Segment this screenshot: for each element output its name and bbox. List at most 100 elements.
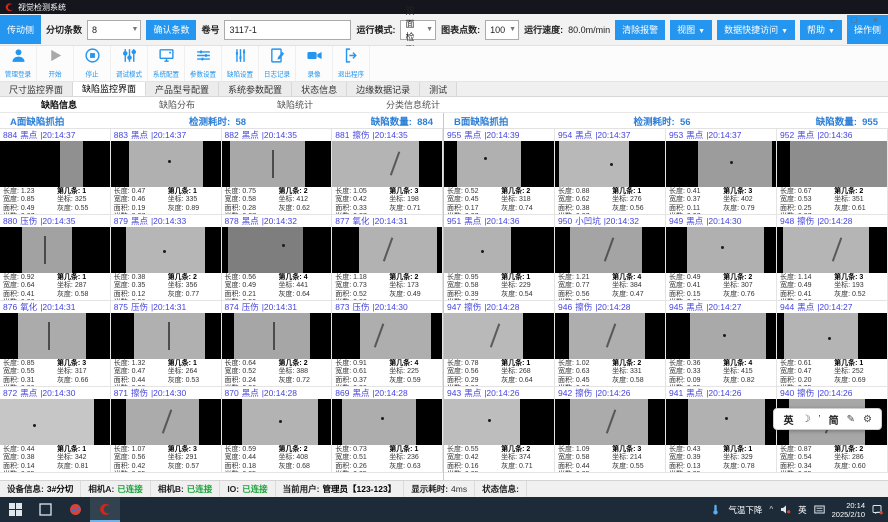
defect-image[interactable] xyxy=(332,313,442,359)
tab-4[interactable]: 状态信息 xyxy=(292,82,347,96)
defect-image[interactable] xyxy=(0,227,110,273)
defect-cell[interactable]: 876氧化|20:14:31长度: 0.85宽度: 0.55面积: 0.31米数… xyxy=(0,301,111,387)
defect-image[interactable] xyxy=(555,313,665,359)
defect-cell[interactable]: 883黑点|20:14:37长度: 0.47宽度: 0.46面积: 0.19米数… xyxy=(111,129,222,215)
defect-cell[interactable]: 875压伤|20:14:31长度: 1.32宽度: 0.47面积: 0.44米数… xyxy=(111,301,222,387)
subtab-0[interactable]: 缺陷信息 xyxy=(0,97,118,112)
task-view-button[interactable] xyxy=(30,497,60,522)
start-button[interactable] xyxy=(0,497,30,522)
defect-image[interactable] xyxy=(777,227,887,273)
tab-3[interactable]: 系统参数配置 xyxy=(219,82,292,96)
defect-image[interactable] xyxy=(111,313,221,359)
defect-image[interactable] xyxy=(555,399,665,445)
tab-1[interactable]: 缺陷监控界面 xyxy=(73,82,146,96)
taskbar-app-inspection[interactable] xyxy=(90,497,120,522)
defect-image[interactable] xyxy=(332,399,442,445)
defect-image[interactable] xyxy=(444,313,554,359)
subtab-1[interactable]: 缺陷分布 xyxy=(118,97,236,112)
defect-cell[interactable]: 870黑点|20:14:28长度: 0.59宽度: 0.44面积: 0.18米数… xyxy=(222,387,333,473)
defect-image[interactable] xyxy=(666,313,776,359)
defect-cell[interactable]: 882黑点|20:14:35长度: 0.75宽度: 0.58面积: 0.28米数… xyxy=(222,129,333,215)
defect-cell[interactable]: 946擦伤|20:14:28长度: 1.02宽度: 0.63面积: 0.45米数… xyxy=(555,301,666,387)
tab-5[interactable]: 边缘数据记录 xyxy=(347,82,420,96)
defect-cell[interactable]: 947擦伤|20:14:28长度: 0.78宽度: 0.56面积: 0.29米数… xyxy=(444,301,555,387)
confirm-count-button[interactable]: 确认条数 xyxy=(146,20,196,40)
defect-image[interactable] xyxy=(332,141,442,187)
defect-image[interactable] xyxy=(444,227,554,273)
defect-image[interactable] xyxy=(222,313,332,359)
defect-cell[interactable]: 878黑点|20:14:32长度: 0.56宽度: 0.49面积: 0.21米数… xyxy=(222,215,333,301)
defect-image[interactable] xyxy=(444,399,554,445)
toolbar-button-debug[interactable]: 调试模式 xyxy=(111,46,148,81)
defect-image[interactable] xyxy=(555,141,665,187)
toolbar-button-log[interactable]: 日志记录 xyxy=(259,46,296,81)
hidden-icons-button[interactable]: ^ xyxy=(769,505,773,514)
quick-access-menu-button[interactable]: 数据快捷访问▼ xyxy=(717,20,795,40)
defect-cell[interactable]: 944黑点|20:14:27长度: 0.61宽度: 0.47面积: 0.20米数… xyxy=(777,301,888,387)
defect-image[interactable] xyxy=(111,227,221,273)
defect-cell[interactable]: 942擦伤|20:14:26长度: 1.09宽度: 0.58面积: 0.44米数… xyxy=(555,387,666,473)
toolbar-button-play[interactable]: 开始 xyxy=(37,46,74,81)
defect-image[interactable] xyxy=(111,399,221,445)
ime-mode-icon[interactable] xyxy=(814,504,825,515)
defect-cell[interactable]: 945黑点|20:14:27长度: 0.36宽度: 0.33面积: 0.09米数… xyxy=(666,301,777,387)
defect-cell[interactable]: 953黑点|20:14:37长度: 0.41宽度: 0.37面积: 0.11米数… xyxy=(666,129,777,215)
defect-image[interactable] xyxy=(444,141,554,187)
defect-image[interactable] xyxy=(0,141,110,187)
tab-2[interactable]: 产品型号配置 xyxy=(146,82,219,96)
toolbar-button-params[interactable]: 参数设置 xyxy=(185,46,222,81)
defect-cell[interactable]: 871擦伤|20:14:30长度: 1.07宽度: 0.56面积: 0.42米数… xyxy=(111,387,222,473)
defect-cell[interactable]: 869黑点|20:14:28长度: 0.73宽度: 0.51面积: 0.26米数… xyxy=(332,387,443,473)
clear-alarm-button[interactable]: 清除报警 xyxy=(615,20,665,40)
defect-image[interactable] xyxy=(0,313,110,359)
defect-cell[interactable]: 955黑点|20:14:39长度: 0.52宽度: 0.45面积: 0.17米数… xyxy=(444,129,555,215)
toolbar-button-user[interactable]: 管理登录 xyxy=(0,46,37,81)
slit-count-select[interactable]: 8▼ xyxy=(87,20,141,40)
toolbar-button-stop[interactable]: 停止 xyxy=(74,46,111,81)
defect-cell[interactable]: 943黑点|20:14:26长度: 0.55宽度: 0.42面积: 0.16米数… xyxy=(444,387,555,473)
subtab-3[interactable]: 分类信息统计 xyxy=(354,97,472,112)
weather-text[interactable]: 气温下降 xyxy=(728,504,762,516)
toolbar-button-system[interactable]: 系统配置 xyxy=(148,46,185,81)
ime-punct-icon[interactable]: ’ xyxy=(818,414,820,425)
chart-points-select[interactable]: 100▼ xyxy=(485,20,519,40)
defect-cell[interactable]: 874压伤|20:14:31长度: 0.64宽度: 0.52面积: 0.24米数… xyxy=(222,301,333,387)
defect-cell[interactable]: 872黑点|20:14:30长度: 0.44宽度: 0.38面积: 0.14米数… xyxy=(0,387,111,473)
defect-cell[interactable]: 948擦伤|20:14:28长度: 1.14宽度: 0.49面积: 0.41米数… xyxy=(777,215,888,301)
language-indicator[interactable]: 英 xyxy=(798,504,807,516)
taskbar-app-browser[interactable] xyxy=(60,497,90,522)
defect-cell[interactable]: 873压伤|20:14:30长度: 0.91宽度: 0.61面积: 0.37米数… xyxy=(332,301,443,387)
ime-halfwidth-icon[interactable]: ☽ xyxy=(801,414,810,425)
tab-0[interactable]: 尺寸监控界面 xyxy=(0,82,73,96)
defect-image[interactable] xyxy=(0,399,110,445)
defect-image[interactable] xyxy=(777,313,887,359)
close-button[interactable]: × xyxy=(873,15,878,25)
defect-cell[interactable]: 884黑点|20:14:37长度: 1.23宽度: 0.85面积: 0.49米数… xyxy=(0,129,111,215)
defect-image[interactable] xyxy=(777,141,887,187)
ime-tools-icon[interactable]: ✎ xyxy=(847,414,855,425)
tab-6[interactable]: 测试 xyxy=(420,82,457,96)
toolbar-button-exit[interactable]: 退出程序 xyxy=(333,46,370,81)
ime-lang-toggle[interactable]: 英 xyxy=(783,412,793,427)
notification-icon[interactable] xyxy=(872,504,883,515)
defect-image[interactable] xyxy=(555,227,665,273)
defect-image[interactable] xyxy=(666,227,776,273)
roll-number-input[interactable] xyxy=(224,20,351,40)
minimize-button[interactable]: – xyxy=(830,15,835,25)
ime-simplified-toggle[interactable]: 简 xyxy=(829,412,839,427)
defect-cell[interactable]: 881擦伤|20:14:35长度: 1.05宽度: 0.42面积: 0.33米数… xyxy=(332,129,443,215)
defect-cell[interactable]: 940擦伤|20:14:26长度: 0.87宽度: 0.54面积: 0.34米数… xyxy=(777,387,888,473)
defect-cell[interactable]: 954黑点|20:14:37长度: 0.88宽度: 0.62面积: 0.38米数… xyxy=(555,129,666,215)
run-mode-select[interactable]: 双面检测▼ xyxy=(400,20,436,40)
maximize-button[interactable]: □ xyxy=(851,15,856,25)
defect-image[interactable] xyxy=(666,399,776,445)
defect-cell[interactable]: 879黑点|20:14:33长度: 0.38宽度: 0.35面积: 0.12米数… xyxy=(111,215,222,301)
defect-image[interactable] xyxy=(666,141,776,187)
defect-cell[interactable]: 952黑点|20:14:36长度: 0.67宽度: 0.53面积: 0.25米数… xyxy=(777,129,888,215)
subtab-2[interactable]: 缺陷统计 xyxy=(236,97,354,112)
defect-image[interactable] xyxy=(222,399,332,445)
toolbar-button-defect[interactable]: 缺陷设置 xyxy=(222,46,259,81)
taskbar-clock[interactable]: 20:14 2025/2/10 xyxy=(832,501,865,519)
defect-image[interactable] xyxy=(222,227,332,273)
volume-muted-icon[interactable] xyxy=(780,504,791,515)
